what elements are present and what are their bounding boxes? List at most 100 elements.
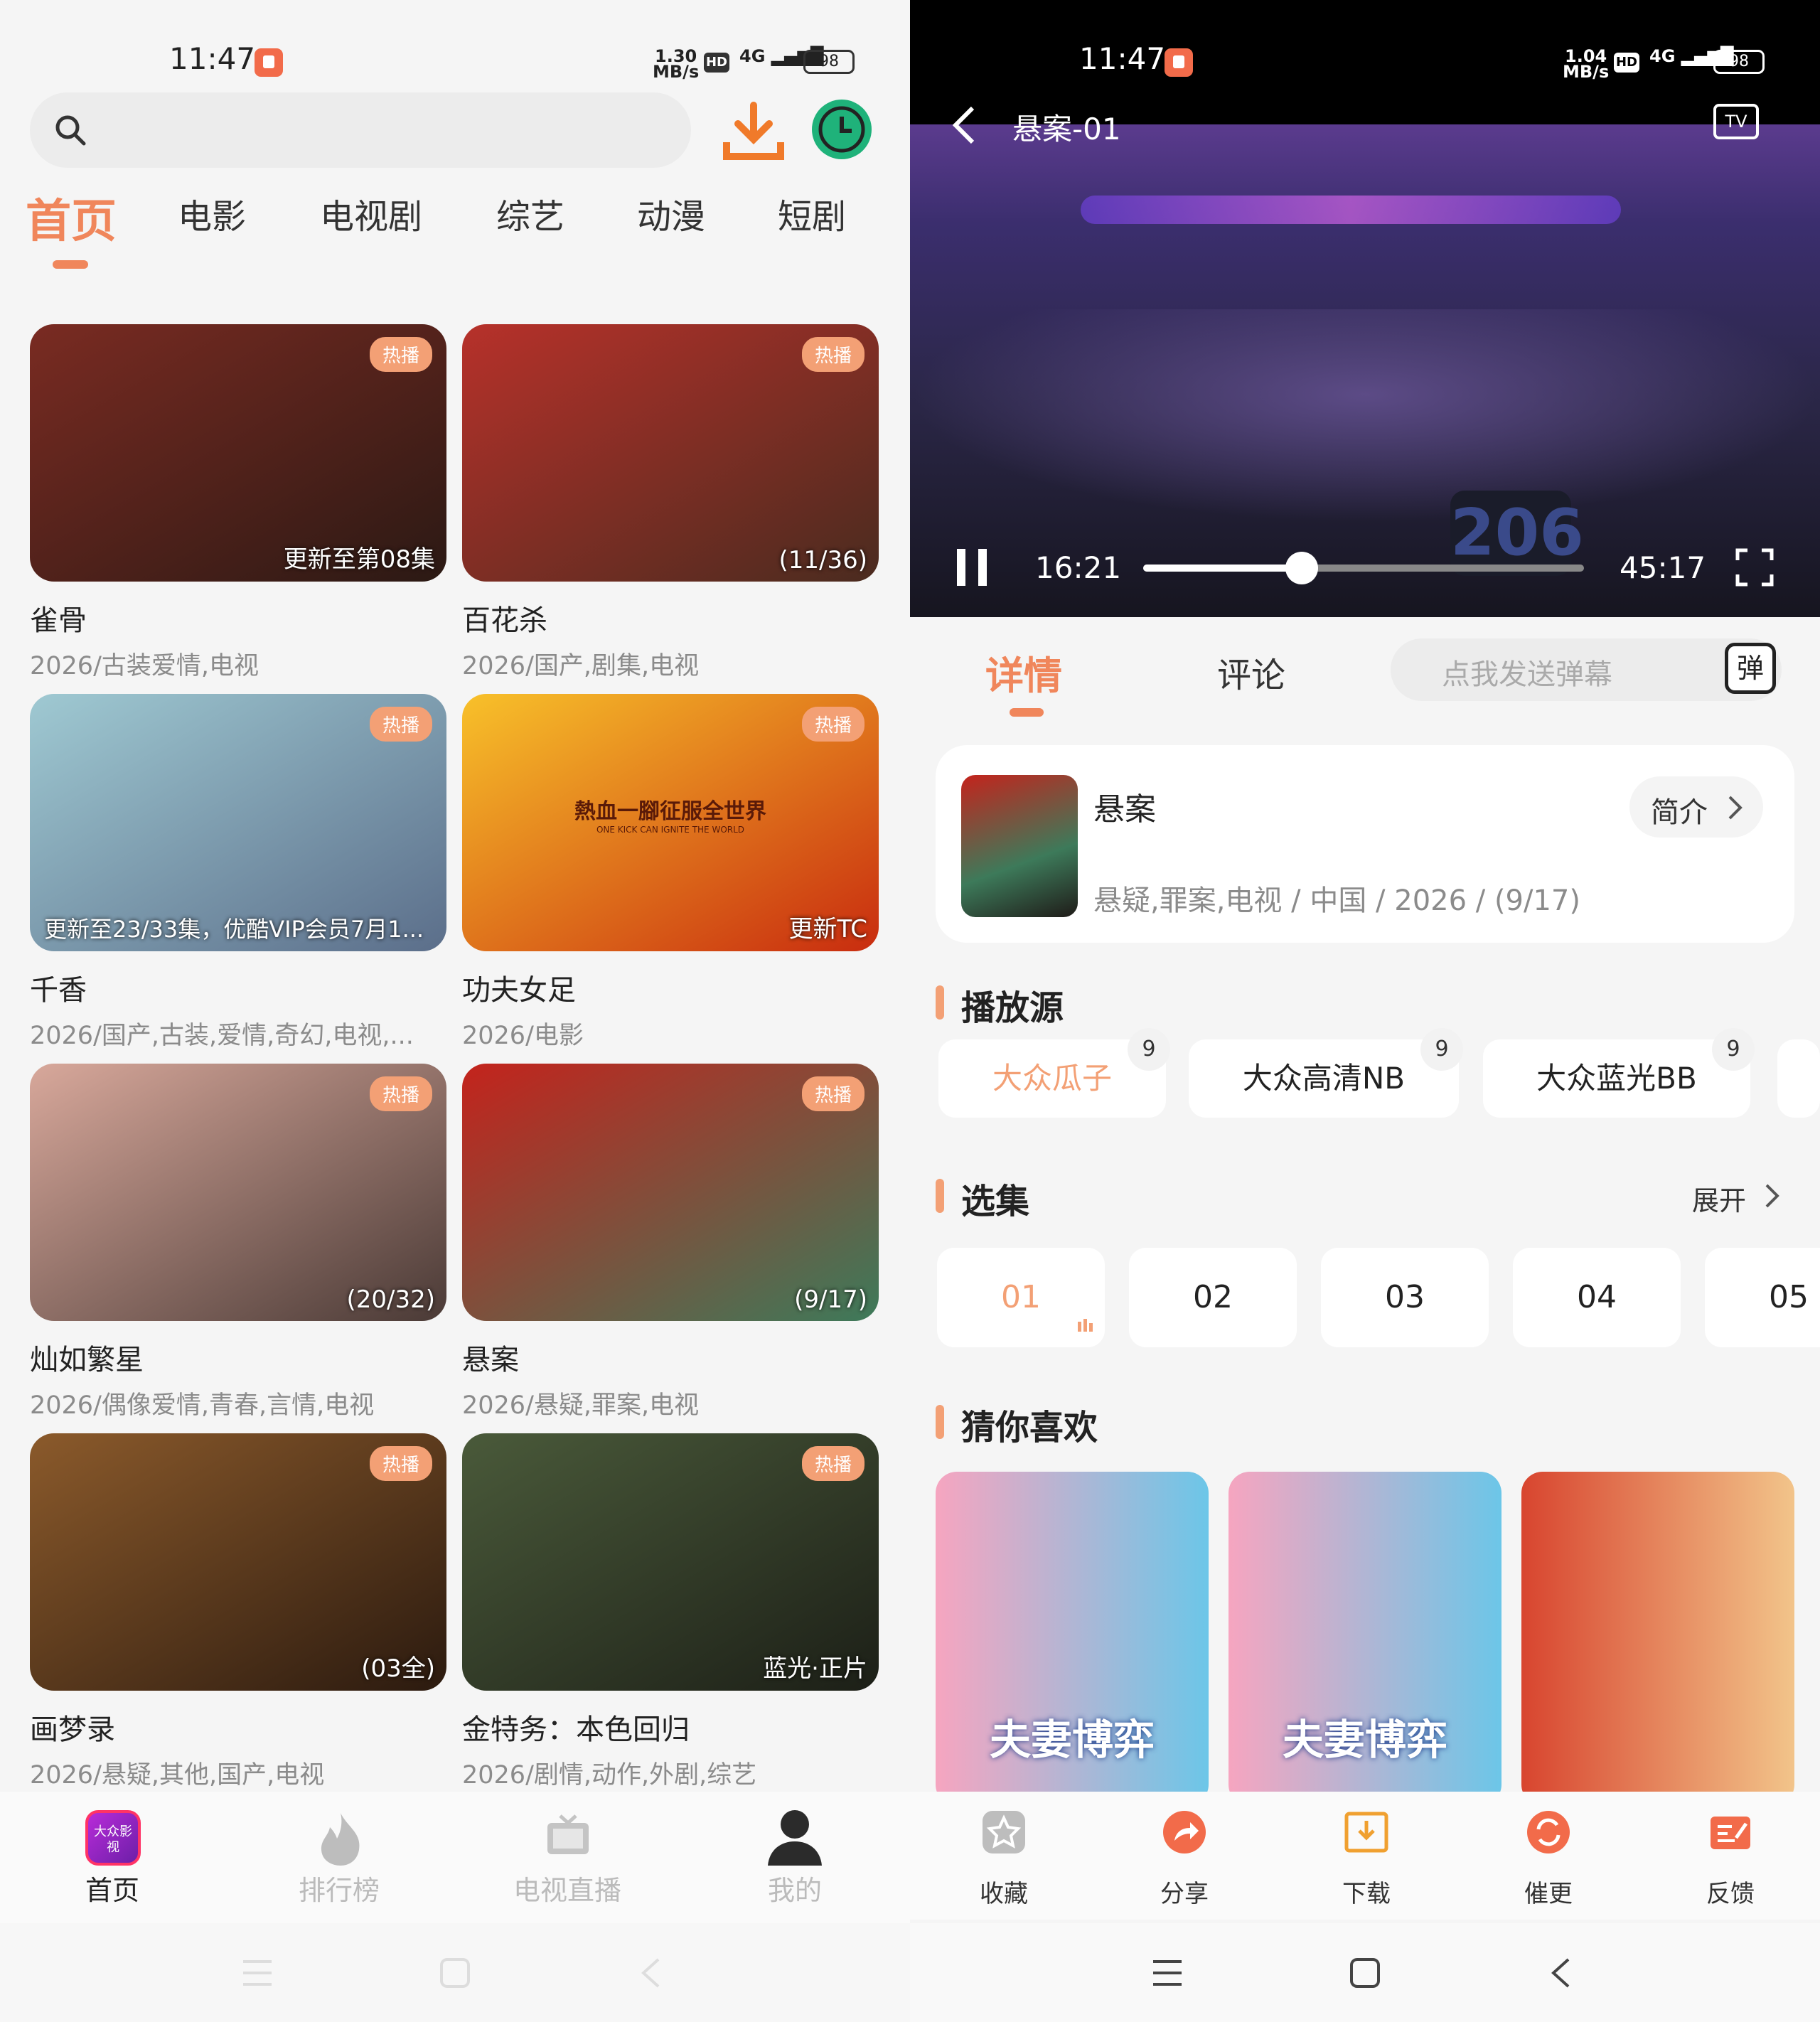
episode-item[interactable]: 01	[937, 1248, 1105, 1347]
source-item[interactable]: 大众瓜子 9	[938, 1028, 1170, 1118]
progress-fill	[1143, 565, 1302, 572]
tab-movie[interactable]: 电影	[178, 188, 246, 238]
source-item[interactable]: 大众蓝光BB 9	[1483, 1028, 1755, 1118]
share-icon[interactable]	[1162, 1809, 1207, 1855]
update-caption: 更新至第08集	[283, 545, 435, 574]
poster-card[interactable]: 热播 更新至第08集	[30, 324, 446, 582]
poster-meta: 2026/电影	[462, 1022, 584, 1050]
download-icon[interactable]	[719, 98, 788, 166]
menu-icon[interactable]	[1152, 1959, 1183, 1987]
video-player[interactable]: 206 11:47 1.04 MB/s HD 4G ▂▄▆█ 98 悬案-01 T…	[910, 0, 1820, 617]
fire-icon[interactable]	[316, 1810, 365, 1867]
action-share[interactable]: 分享	[1128, 1874, 1241, 1909]
tab-home[interactable]: 首页	[26, 185, 117, 250]
progress-thumb[interactable]	[1285, 552, 1319, 584]
tab-anime[interactable]: 动漫	[637, 188, 705, 238]
current-time: 16:21	[1035, 550, 1122, 585]
poster-title[interactable]: 功夫女足	[462, 967, 576, 1008]
update-caption: (9/17)	[794, 1285, 867, 1314]
battery-indicator: 98	[1713, 50, 1765, 74]
action-favorite[interactable]: 收藏	[947, 1874, 1061, 1909]
search-input[interactable]	[30, 92, 691, 168]
update-caption: 更新至23/33集，优酷VIP会员7月1...	[44, 916, 424, 943]
tab-variety[interactable]: 综艺	[496, 188, 564, 238]
feedback-icon[interactable]	[1708, 1809, 1753, 1855]
nav-live-tv[interactable]: 电视直播	[513, 1868, 621, 1908]
poster-card[interactable]: 熱血一腳征服全世界 ONE KICK CAN IGNITE THE WORLD 热播…	[462, 694, 879, 951]
back-nav-icon[interactable]	[640, 1957, 661, 1989]
poster-title[interactable]: 灿如繁星	[30, 1337, 144, 1378]
tab-short[interactable]: 短剧	[778, 188, 846, 238]
section-marker	[936, 1179, 944, 1213]
action-download[interactable]: 下载	[1310, 1874, 1423, 1909]
poster-card[interactable]: 热播 (11/36)	[462, 324, 879, 582]
episode-item[interactable]: 03	[1321, 1248, 1489, 1347]
poster-card[interactable]: 热播 (9/17)	[462, 1064, 879, 1321]
recommend-card[interactable]: 夫妻博弈	[936, 1472, 1209, 1806]
episode-item[interactable]: 02	[1129, 1248, 1297, 1347]
nav-mine[interactable]: 我的	[768, 1868, 822, 1908]
tab-tv[interactable]: 电视剧	[320, 188, 422, 238]
episode-item[interactable]: 05	[1705, 1248, 1820, 1347]
hot-badge: 热播	[801, 337, 864, 372]
poster-title[interactable]: 雀骨	[30, 597, 87, 638]
recommend-card[interactable]: 夫妻博弈	[1228, 1472, 1502, 1806]
poster-title[interactable]: 百花杀	[462, 597, 547, 638]
poster-title[interactable]: 画梦录	[30, 1706, 115, 1748]
source-item[interactable]	[1777, 1039, 1820, 1118]
poster-title[interactable]: 悬案	[462, 1337, 519, 1378]
fullscreen-icon[interactable]	[1735, 547, 1774, 587]
section-marker	[936, 985, 944, 1020]
danmu-button[interactable]: 弹	[1725, 643, 1776, 694]
video-title: 悬案-01	[1012, 112, 1121, 146]
poster-card[interactable]: 热播 (20/32)	[30, 1064, 446, 1321]
history-icon[interactable]	[809, 97, 874, 162]
user-icon[interactable]	[766, 1809, 823, 1867]
pause-icon[interactable]	[954, 547, 990, 587]
tab-detail[interactable]: 详情	[985, 644, 1062, 700]
action-feedback[interactable]: 反馈	[1674, 1874, 1787, 1909]
poster-meta: 2026/国产,古装,爱情,奇幻,电视,...	[30, 1022, 414, 1050]
refresh-icon[interactable]	[1526, 1809, 1571, 1855]
action-urge[interactable]: 催更	[1492, 1874, 1605, 1909]
poster-title[interactable]: 金特务：本色回归	[462, 1706, 690, 1748]
poster-meta: 2026/古装爱情,电视	[30, 652, 259, 680]
tv-icon[interactable]: TV	[1713, 104, 1759, 139]
tv-icon[interactable]	[545, 1813, 592, 1863]
poster-card[interactable]: 热播 蓝光·正片	[462, 1433, 879, 1691]
recommend-card[interactable]	[1521, 1472, 1794, 1806]
danmu-input[interactable]: 点我发送弹幕	[1391, 638, 1782, 701]
progress-track[interactable]	[1143, 552, 1584, 584]
poster-card[interactable]: 热播 更新至23/33集，优酷VIP会员7月1...	[30, 694, 446, 951]
poster-banner-en: ONE KICK CAN IGNITE THE WORLD	[596, 825, 745, 835]
back-icon[interactable]	[951, 105, 975, 145]
hot-badge: 热播	[369, 1076, 432, 1111]
source-item[interactable]: 大众高清NB 9	[1189, 1028, 1463, 1118]
poster-meta: 2026/偶像爱情,青春,言情,电视	[30, 1391, 375, 1420]
back-nav-icon[interactable]	[1550, 1957, 1571, 1989]
poster-title[interactable]: 千香	[30, 967, 87, 1008]
nav-home[interactable]: 首页	[85, 1868, 139, 1908]
menu-icon[interactable]	[242, 1959, 273, 1987]
poster-meta: 2026/悬疑,罪案,电视	[462, 1391, 700, 1420]
episode-item[interactable]: 04	[1513, 1248, 1681, 1347]
poster-card[interactable]: 热播 (03全)	[30, 1433, 446, 1691]
expand-button[interactable]: 展开	[1692, 1179, 1779, 1218]
favorite-icon[interactable]	[981, 1809, 1027, 1855]
intro-label: 简介	[1651, 796, 1708, 829]
notification-icon	[255, 48, 283, 77]
show-poster[interactable]	[961, 775, 1078, 917]
nav-rank[interactable]: 排行榜	[299, 1868, 380, 1908]
show-info-card: 悬案 悬疑,罪案,电视 / 中国 / 2026 / (9/17) 简介	[936, 745, 1794, 943]
home-button-icon[interactable]	[1349, 1957, 1381, 1989]
system-nav	[910, 1923, 1820, 2022]
update-caption: 蓝光·正片	[763, 1654, 867, 1683]
system-nav	[0, 1923, 910, 2022]
home-button-icon[interactable]	[439, 1957, 471, 1989]
tab-comment[interactable]: 评论	[1217, 647, 1285, 697]
chevron-right-icon	[1728, 796, 1743, 820]
intro-button[interactable]: 简介	[1629, 776, 1763, 838]
download-icon[interactable]	[1344, 1809, 1389, 1855]
source-count: 9	[1128, 1028, 1170, 1071]
app-logo-icon[interactable]: 大众影视	[85, 1810, 141, 1866]
